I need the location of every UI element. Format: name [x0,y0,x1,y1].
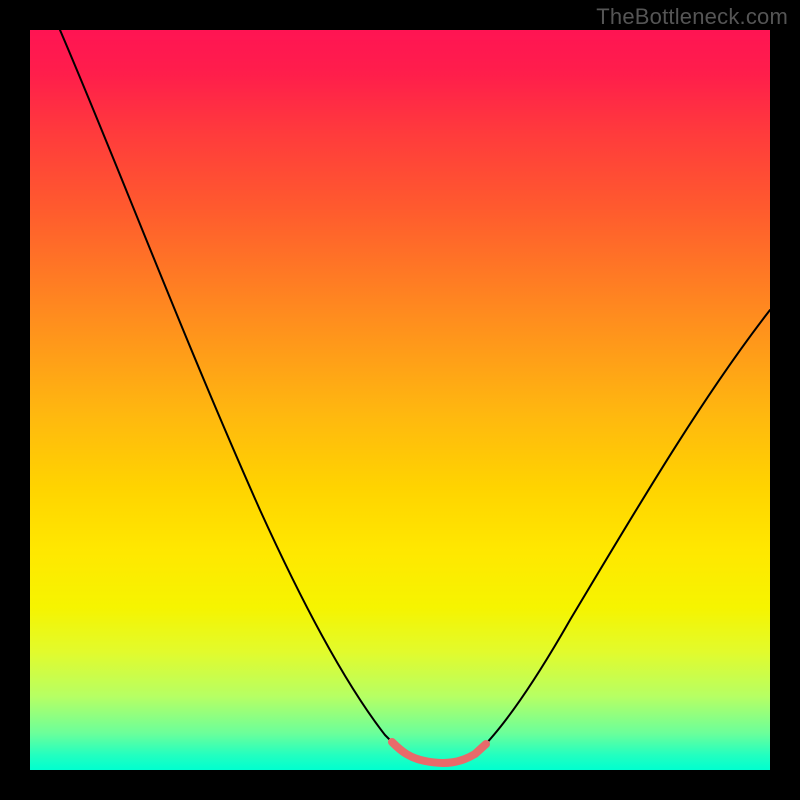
watermark-text: TheBottleneck.com [596,4,788,30]
curve-right-limb [480,310,770,750]
optimal-range-highlight [392,742,486,763]
curve-layer [30,30,770,770]
curve-left-limb [60,30,400,750]
chart-frame: TheBottleneck.com [0,0,800,800]
plot-area [30,30,770,770]
